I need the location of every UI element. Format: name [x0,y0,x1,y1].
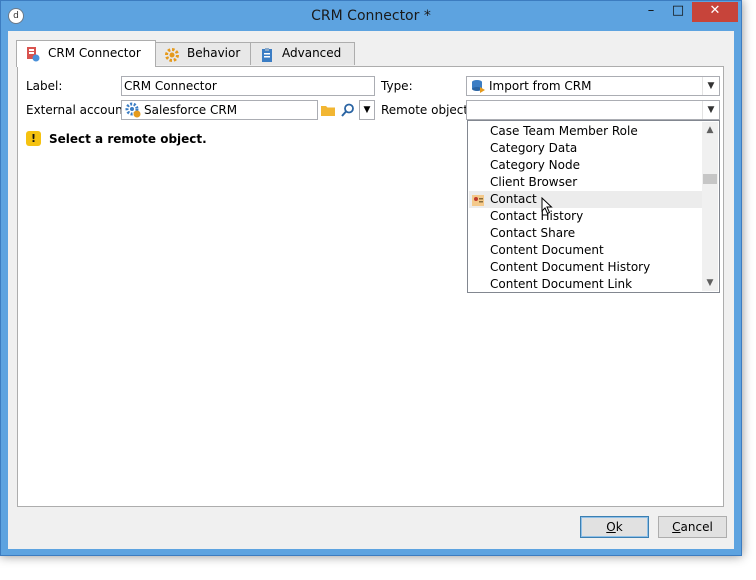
warning-message: Select a remote object. [49,132,207,146]
external-account-dropdown-button[interactable]: ▼ [359,100,375,120]
tab-label: Advanced [282,46,342,60]
ok-button[interactable]: Ok [580,516,649,538]
list-item[interactable]: Content Document [469,242,703,259]
remote-object-combobox[interactable]: ▼ [466,100,720,120]
account-gear-icon [125,102,141,118]
list-item[interactable]: Case Team Member Role [469,123,703,140]
external-account-caption: External account: [26,103,132,117]
list-item[interactable]: Contact History [469,208,703,225]
search-icon[interactable] [340,102,356,118]
list-item-contact[interactable]: Contact [469,191,703,208]
label-caption: Label: [26,79,63,93]
type-combobox[interactable]: Import from CRM ▼ [466,76,720,96]
clipboard-icon [259,47,275,63]
chevron-down-icon[interactable]: ▼ [702,77,719,95]
list-item-label: Contact [490,192,537,206]
list-item[interactable]: Content Document Link [469,276,703,293]
list-item[interactable]: Category Node [469,157,703,174]
type-value: Import from CRM [489,79,592,93]
ok-label: k [615,520,623,534]
title-bar[interactable]: d CRM Connector * – □ ✕ [1,1,741,31]
tab-crm-connector[interactable]: CRM Connector [16,40,156,67]
type-caption: Type: [381,79,413,93]
mouse-cursor-icon [541,196,553,215]
ok-accelerator: O [606,520,616,534]
maximize-button[interactable]: □ [665,2,691,22]
scroll-up-icon[interactable]: ▲ [702,122,718,138]
scrollbar-thumb[interactable] [703,174,717,184]
warning-icon: ! [26,131,41,146]
chevron-down-icon[interactable]: ▼ [702,101,719,119]
cancel-button[interactable]: Cancel [658,516,727,538]
list-item[interactable]: Client Browser [469,174,703,191]
tab-label: Behavior [187,46,241,60]
contact-icon [472,194,484,206]
tab-advanced[interactable]: Advanced [250,42,355,65]
list-item[interactable]: Category Data [469,140,703,157]
list-item[interactable]: Contact Share [469,225,703,242]
window-title: CRM Connector * [311,8,431,24]
external-account-field[interactable]: Salesforce CRM [121,100,318,120]
cancel-label: ancel [680,520,713,534]
crm-connector-icon [25,46,41,62]
list-item[interactable]: Content Document History [469,259,703,276]
tab-behavior[interactable]: Behavior [155,42,251,65]
gear-icon [164,47,180,63]
external-account-value: Salesforce CRM [144,103,238,117]
tab-label: CRM Connector [48,46,141,60]
label-field[interactable]: CRM Connector [121,76,375,96]
close-button[interactable]: ✕ [692,2,738,22]
minimize-button[interactable]: – [638,2,664,22]
remote-object-dropdown-list[interactable]: Case Team Member Role Category Data Cate… [467,120,720,293]
folder-icon[interactable] [320,102,336,118]
dropdown-scrollbar[interactable]: ▲ ▼ [702,122,718,291]
remote-object-caption: Remote object: [381,103,473,117]
scroll-down-icon[interactable]: ▼ [702,275,718,291]
database-import-icon [470,78,486,94]
cancel-accelerator: C [672,520,681,534]
